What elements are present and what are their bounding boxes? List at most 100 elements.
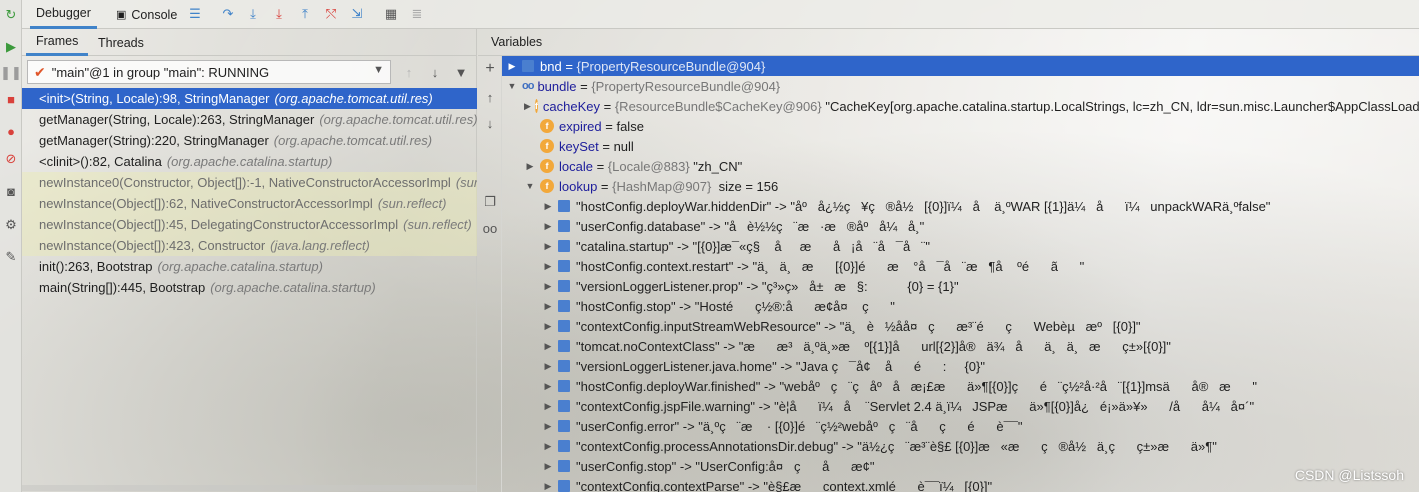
map-entry-icon (558, 360, 570, 372)
variable-row[interactable]: ▶ bnd = {PropertyResourceBundle@904} (502, 56, 1419, 76)
variable-row[interactable]: ▶ "contextConfig.processAnnotationsDir.de… (502, 436, 1419, 456)
frame-row[interactable]: <init>(String, Locale):98, StringManager… (22, 88, 477, 109)
variable-row[interactable]: f keySet = null (502, 136, 1419, 156)
expand-arrow-icon[interactable]: ▶ (524, 161, 536, 172)
tab-debugger[interactable]: Debugger (30, 0, 97, 29)
filter-icon[interactable]: ▼ (452, 63, 470, 81)
move-up-icon[interactable]: ↑ (481, 88, 499, 106)
stop-icon[interactable]: ■ (2, 90, 20, 108)
variable-value: "contextConfig.processAnnotationsDir.deb… (576, 438, 1217, 454)
tab-threads[interactable]: Threads (88, 29, 154, 56)
variable-row[interactable]: ▶ "userConfig.error" -> "ä¸ºç ¨æ · [{0}]é… (502, 416, 1419, 436)
copy-icon[interactable]: ❐ (481, 193, 499, 211)
variable-row[interactable]: ▶ "hostConfig.stop" -> "Hosté ç½®:å æ¢å¤ … (502, 296, 1419, 316)
settings-icon[interactable]: ⚙ (2, 216, 20, 234)
frame-row[interactable]: <clinit>():82, Catalina (org.apache.catal… (22, 151, 477, 172)
variable-row[interactable]: ▶ "hostConfig.deployWar.hiddenDir" -> "åº… (502, 196, 1419, 216)
map-entry-icon (558, 380, 570, 392)
expand-arrow-icon[interactable]: ▶ (524, 101, 531, 112)
watches-glasses-icon[interactable]: oo (481, 219, 499, 237)
expand-arrow-icon[interactable]: ▶ (542, 241, 554, 252)
frame-row[interactable]: newInstance(Object[]):62, NativeConstruc… (22, 193, 477, 214)
frame-row[interactable]: init():263, Bootstrap (org.apache.catalin… (22, 256, 477, 277)
step-into-icon[interactable]: ⤓ (244, 5, 262, 23)
pause-program-icon[interactable]: ❚❚ (0, 64, 22, 82)
variable-row[interactable]: ▶ "userConfig.stop" -> "UserConfig:å¤ ç å… (502, 456, 1419, 476)
variable-row[interactable]: ▶ "contextConfig.jspFile.warning" -> "è¦å… (502, 396, 1419, 416)
variable-row[interactable]: ▶ "tomcat.noContextClass" -> "æ æ³ ä¸ºä¸»… (502, 336, 1419, 356)
frame-row[interactable]: newInstance(Object[]):45, DelegatingCons… (22, 214, 477, 235)
expand-arrow-icon[interactable]: ▶ (506, 61, 518, 72)
expand-arrow-icon[interactable]: ▶ (542, 421, 554, 432)
frame-row[interactable]: newInstance(Object[]):423, Constructor (j… (22, 235, 477, 256)
expand-arrow-icon[interactable]: ▶ (542, 321, 554, 332)
console-tab-label: Console (131, 7, 178, 22)
expand-arrow-icon[interactable]: ▶ (542, 281, 554, 292)
frame-package: (org.apache.tomcat.util.res) (319, 112, 477, 127)
variable-row[interactable]: ▶ f locale = {Locale@883} "zh_CN" (502, 156, 1419, 176)
tab-frames[interactable]: Frames (26, 29, 89, 56)
run-to-cursor-icon[interactable]: ⇲ (348, 5, 366, 23)
resume-program-icon[interactable]: ▶ (2, 38, 20, 56)
frame-row[interactable]: newInstance0(Constructor, Object[]):-1, … (22, 172, 477, 193)
expand-arrow-icon[interactable]: ▶ (542, 401, 554, 412)
expand-arrow-icon[interactable]: ▶ (542, 381, 554, 392)
view-breakpoints-icon[interactable]: ● (2, 122, 20, 140)
layout-menu-icon[interactable]: ☰ (186, 5, 204, 23)
console-icon: ▣ (116, 9, 127, 21)
variable-value: "versionLoggerListener.prop" -> "ç³»ç» å… (576, 278, 959, 294)
frame-row[interactable]: getManager(String, Locale):263, StringMa… (22, 109, 477, 130)
expand-arrow-icon[interactable]: ▶ (542, 301, 554, 312)
collapse-arrow-icon[interactable]: ▼ (506, 81, 518, 91)
expand-arrow-icon[interactable]: ▶ (542, 261, 554, 272)
variable-row[interactable]: ▶ "userConfig.database" -> "å è½½ç ¨æ ·æ … (502, 216, 1419, 236)
expand-arrow-icon[interactable]: ▶ (542, 441, 554, 452)
frame-row[interactable]: getManager(String):220, StringManager (or… (22, 130, 477, 151)
mute-breakpoints-icon[interactable]: ⊘ (2, 150, 20, 168)
variable-value: "contextConfig.contextParse" -> "è§£æ co… (576, 478, 993, 492)
variable-row[interactable]: ▶ f cacheKey = {ResourceBundle$CacheKey@90… (502, 96, 1419, 116)
variable-value: null (613, 138, 634, 154)
up-arrow-icon[interactable]: ↑ (400, 63, 418, 81)
variable-row[interactable]: ▼ f lookup = {HashMap@907} size = 156 (502, 176, 1419, 196)
variable-row[interactable]: ▶ "versionLoggerListener.prop" -> "ç³»ç» … (502, 276, 1419, 296)
trace-stream-icon[interactable]: ≣ (408, 5, 426, 23)
variable-row[interactable]: ▶ "hostConfig.deployWar.finished" -> "web… (502, 376, 1419, 396)
expand-arrow-icon[interactable]: ▶ (542, 201, 554, 212)
frame-method: <init>(String, Locale):98, StringManager (39, 91, 270, 106)
evaluate-expression-icon[interactable]: ▦ (382, 5, 400, 23)
thread-selector[interactable]: ✔ "main"@1 in group "main": RUNNING ▼ (27, 60, 391, 84)
variable-row[interactable]: ▶ "catalina.startup" -> "[{0}]æ¯«ç§ å æ å… (502, 236, 1419, 256)
step-over-icon[interactable]: ↷ (219, 5, 237, 23)
pin-icon[interactable]: ✎ (2, 248, 20, 266)
add-watch-icon[interactable]: + (481, 60, 499, 78)
expand-arrow-icon[interactable]: ▶ (542, 361, 554, 372)
variable-row[interactable]: ▶ "hostConfig.context.restart" -> "ä¸ ä¸ … (502, 256, 1419, 276)
step-out-icon[interactable]: ⤒ (296, 5, 314, 23)
expand-arrow-icon[interactable]: ▶ (542, 221, 554, 232)
frame-row[interactable]: main(String[]):445, Bootstrap (org.apache… (22, 277, 477, 298)
rerun-icon[interactable]: ↻ (2, 6, 20, 24)
drop-frame-icon[interactable]: ⤲ (322, 5, 340, 23)
expand-arrow-icon[interactable]: ▶ (542, 461, 554, 472)
horizontal-scrollbar[interactable] (22, 485, 477, 491)
down-arrow-icon[interactable]: ↓ (426, 63, 444, 81)
equals-sign: = (592, 158, 608, 174)
move-down-icon[interactable]: ↓ (481, 114, 499, 132)
variable-row[interactable]: ▶ "contextConfig.inputStreamWebResource" … (502, 316, 1419, 336)
expand-arrow-icon[interactable]: ▶ (542, 341, 554, 352)
variable-row[interactable]: f expired = false (502, 116, 1419, 136)
frames-panel: Frames Threads ✔ "main"@1 in group "main… (22, 29, 477, 492)
expand-arrow-icon[interactable]: ▶ (542, 481, 554, 492)
variable-row[interactable]: ▶ "versionLoggerListener.java.home" -> "J… (502, 356, 1419, 376)
variable-value: "userConfig.stop" -> "UserConfig:å¤ ç å … (576, 458, 875, 474)
variable-name: lookup (559, 178, 598, 194)
collapse-arrow-icon[interactable]: ▼ (524, 181, 536, 191)
variable-value: "contextConfig.inputStreamWebResource" -… (576, 318, 1141, 334)
camera-icon[interactable]: ◙ (2, 182, 20, 200)
variable-value: size = 156 (711, 178, 779, 194)
variable-row[interactable]: ▶ "contextConfig.contextParse" -> "è§£æ c… (502, 476, 1419, 492)
force-step-into-icon[interactable]: ⤓ (270, 5, 288, 23)
tab-console[interactable]: ▣ Console (110, 0, 183, 29)
variable-row[interactable]: ▼ oo bundle = {PropertyResourceBundle@904} (502, 76, 1419, 96)
